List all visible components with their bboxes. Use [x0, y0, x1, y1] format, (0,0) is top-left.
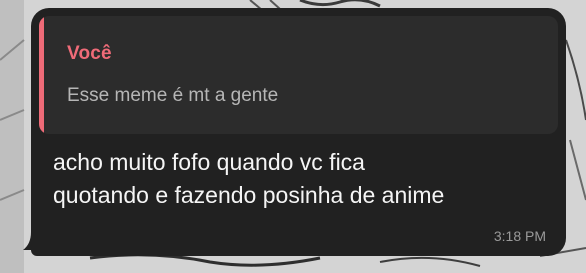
quote-accent-bar: [39, 16, 44, 134]
quote-author: Você: [67, 43, 112, 64]
message-text-line: quotando e fazendo posinha de anime: [53, 182, 445, 208]
message-timestamp: 3:18 PM: [493, 228, 546, 244]
message-text: acho muito fofo quando vc fica quotando …: [53, 146, 553, 212]
quote-text: Esse meme é mt a gente: [67, 85, 279, 106]
quoted-message[interactable]: Você Esse meme é mt a gente: [39, 16, 558, 134]
message-text-line: acho muito fofo quando vc fica: [53, 149, 365, 175]
message-bubble[interactable]: Você Esse meme é mt a gente acho muito f…: [31, 8, 566, 256]
